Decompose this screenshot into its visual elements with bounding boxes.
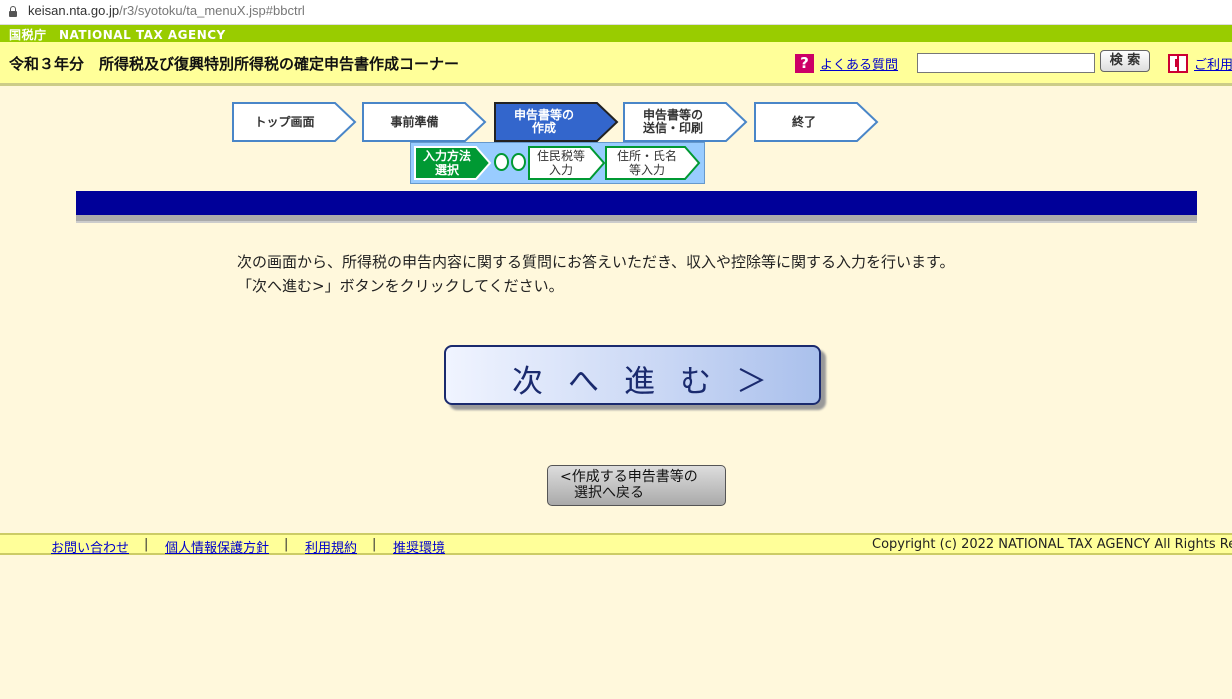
url-path: /r3/syotoku/ta_menuX.jsp#bbctrl (119, 3, 305, 18)
substep-resident-tax: 住民税等 入力 (528, 146, 606, 180)
instruction-line-1: 次の画面から、所得税の申告内容に関する質問にお答えいただき、収入や控除等に関する… (237, 253, 955, 271)
substep-indicator: 入力方法 選択 住民税等 入力 住所・氏名 等入力 (410, 142, 705, 184)
substep-label: 入力方法 選択 (422, 149, 471, 177)
step-top: トップ画面 (232, 102, 357, 142)
header-bar: 令和３年分 所得税及び復興特別所得税の確定申告書作成コーナー ? よくある質問 … (0, 42, 1232, 86)
footer: お問い合わせ | 個人情報保護方針 | 利用規約 | 推奨環境 Copyrigh… (0, 533, 1232, 556)
question-icon[interactable]: ? (795, 54, 814, 73)
footer-link-terms[interactable]: 利用規約 (305, 537, 357, 556)
step-label: 申告書等の 作成 (513, 108, 574, 135)
footer-link-environment[interactable]: 推奨環境 (393, 537, 445, 556)
page-title: 令和３年分 所得税及び復興特別所得税の確定申告書作成コーナー (9, 55, 460, 73)
url-text[interactable]: keisan.nta.go.jp/r3/syotoku/ta_menuX.jsp… (28, 3, 305, 18)
step-label: 終了 (791, 114, 816, 129)
next-button[interactable]: 次へ進む＞ (444, 345, 821, 405)
step-send-print: 申告書等の 送信・印刷 (623, 102, 748, 142)
progress-dot (511, 153, 526, 171)
substep-label: 住所・氏名 等入力 (616, 149, 677, 177)
copyright: Copyright (c) 2022 NATIONAL TAX AGENCY A… (872, 537, 1232, 552)
search-button[interactable]: 検 索 (1100, 50, 1150, 72)
next-button-label: 次へ進む＞ (512, 364, 792, 400)
footer-separator: | (372, 537, 377, 552)
footer-link-privacy[interactable]: 個人情報保護方針 (165, 537, 269, 556)
footer-separator: | (284, 537, 289, 552)
step-indicator: トップ画面 事前準備 申告書等の 作成 申告書等の 送信・印刷 終了 (232, 102, 892, 142)
agency-name: 国税庁 NATIONAL TAX AGENCY (9, 28, 226, 42)
progress-dot (494, 153, 509, 171)
section-band (76, 191, 1197, 215)
browser-url-bar[interactable]: keisan.nta.go.jp/r3/syotoku/ta_menuX.jsp… (0, 0, 1232, 25)
back-button-line-1: <作成する申告書等の (560, 469, 698, 485)
substep-label: 住民税等 入力 (536, 149, 585, 177)
footer-link-contact[interactable]: お問い合わせ (51, 537, 129, 556)
search-input[interactable] (917, 53, 1095, 73)
substep-input-method: 入力方法 選択 (414, 146, 492, 180)
step-end: 終了 (754, 102, 879, 142)
step-label: トップ画面 (254, 114, 315, 129)
section-divider (76, 215, 1197, 223)
agency-bar: 国税庁 NATIONAL TAX AGENCY (0, 25, 1232, 42)
back-button-line-2: 選択へ戻る (574, 485, 644, 501)
instruction-line-2: 「次へ進む>」ボタンをクリックしてください。 (237, 277, 564, 295)
guide-link[interactable]: ご利用 (1194, 54, 1232, 73)
back-to-selection-button[interactable]: <作成する申告書等の 選択へ戻る (547, 465, 726, 506)
faq-link[interactable]: よくある質問 (820, 54, 898, 73)
footer-separator: | (144, 537, 149, 552)
lock-icon (9, 6, 17, 17)
step-preparation: 事前準備 (362, 102, 487, 142)
step-label: 事前準備 (390, 114, 439, 129)
instructions: 次の画面から、所得税の申告内容に関する質問にお答えいただき、収入や控除等に関する… (237, 250, 954, 298)
url-host: keisan.nta.go.jp (28, 3, 120, 18)
substep-address-name: 住所・氏名 等入力 (605, 146, 701, 180)
step-label: 申告書等の 送信・印刷 (642, 108, 703, 135)
step-create: 申告書等の 作成 (494, 102, 619, 142)
book-icon[interactable] (1168, 54, 1188, 73)
